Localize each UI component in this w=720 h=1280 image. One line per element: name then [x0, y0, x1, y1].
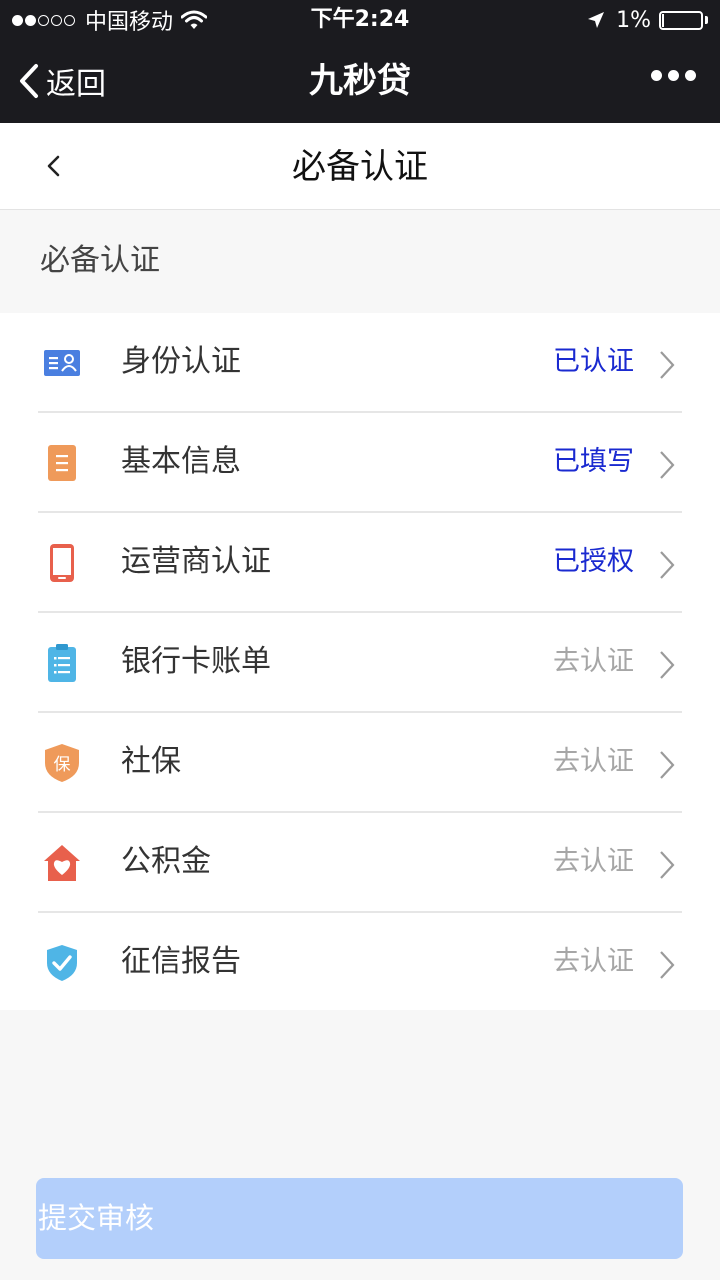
chevron-right-icon: [660, 551, 675, 579]
location-arrow-icon: [588, 12, 605, 28]
more-dot-icon: [685, 70, 696, 81]
house-heart-icon: [44, 845, 80, 881]
list-item-label: 身份认证: [121, 344, 241, 379]
shield-check-icon: [47, 945, 77, 981]
status-right: 1%: [586, 5, 708, 35]
status-text: 去认证: [553, 846, 634, 877]
list-item-label: 征信报告: [121, 944, 241, 979]
chevron-right-icon: [660, 951, 675, 979]
list-item-label: 基本信息: [121, 444, 241, 479]
more-dot-icon: [651, 70, 662, 81]
back-button[interactable]: 返回: [18, 60, 106, 102]
list-item-label: 运营商认证: [121, 544, 271, 579]
list-item-label: 银行卡账单: [121, 644, 271, 679]
battery-percent: 1%: [616, 7, 651, 33]
section-title: 必备认证: [40, 243, 160, 278]
status-text: 已认证: [553, 346, 634, 377]
verification-list: 身份认证 已认证 基本信息 已填写 运营商认证 已授权 银行卡账单 去认证 保 …: [0, 313, 720, 1010]
more-options-button[interactable]: [645, 70, 696, 81]
status-text: 去认证: [553, 746, 634, 777]
status-text: 去认证: [553, 646, 634, 677]
svg-text:保: 保: [54, 755, 71, 775]
phone-icon: [50, 544, 74, 582]
chevron-right-icon: [660, 651, 675, 679]
status-text: 已授权: [553, 546, 634, 577]
page-title: 必备认证: [292, 147, 428, 187]
chevron-right-icon: [660, 751, 675, 779]
submit-review-button[interactable]: 提交审核: [36, 1178, 683, 1259]
more-dot-icon: [668, 70, 679, 81]
chevron-left-icon: [20, 64, 38, 98]
chevron-right-icon: [660, 451, 675, 479]
chevron-right-icon: [660, 851, 675, 879]
status-text: 去认证: [553, 946, 634, 977]
shield-bao-icon: 保: [45, 744, 79, 782]
list-item-basic-info[interactable]: 基本信息 已填写: [0, 413, 720, 513]
document-icon: [48, 445, 76, 481]
list-item-bank-statement[interactable]: 银行卡账单 去认证: [0, 613, 720, 713]
list-item-housing-fund[interactable]: 公积金 去认证: [0, 813, 720, 913]
app-title: 九秒贷: [309, 61, 411, 101]
clipboard-icon: [48, 644, 76, 682]
list-item-label: 社保: [121, 744, 181, 779]
page-header: 必备认证: [0, 123, 720, 210]
list-item-label: 公积金: [121, 844, 211, 879]
battery-tip: [705, 16, 708, 24]
list-item-social-security[interactable]: 保 社保 去认证: [0, 713, 720, 813]
back-label: 返回: [46, 67, 106, 102]
status-text: 已填写: [553, 446, 634, 477]
app-bar: 返回 九秒贷: [0, 40, 720, 123]
list-item-identity[interactable]: 身份认证 已认证: [0, 313, 720, 413]
id-card-icon: [44, 350, 80, 376]
battery-icon: [659, 10, 703, 30]
list-item-credit-report[interactable]: 征信报告 去认证: [0, 913, 720, 1013]
chevron-right-icon: [660, 351, 675, 379]
list-item-carrier[interactable]: 运营商认证 已授权: [0, 513, 720, 613]
status-bar: 中国移动 下午2:24 1%: [0, 0, 720, 40]
